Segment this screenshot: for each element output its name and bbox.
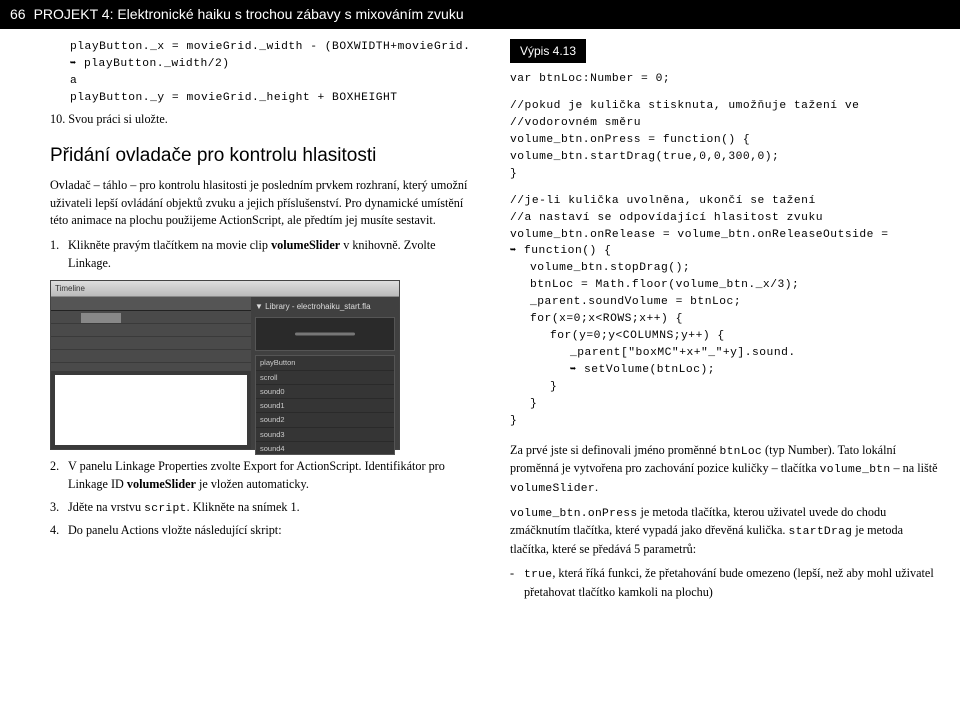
text: Za prvé jste si definovali jméno proměnn…: [510, 443, 720, 457]
right-column: Výpis 4.13 var btnLoc:Number = 0; //poku…: [510, 39, 940, 601]
code-line: a: [50, 73, 480, 90]
mono-term: volumeSlider: [510, 483, 595, 495]
code-text: playButton._width/2): [84, 58, 230, 70]
step-3: 3. Jděte na vrstvu script. Klikněte na s…: [50, 499, 480, 517]
bullet-item: - true, která říká funkci, že přetahován…: [510, 565, 940, 601]
mono-term: volume_btn.onPress: [510, 508, 637, 520]
code-line: volume_btn.startDrag(true,0,0,300,0);: [510, 149, 940, 166]
code-line: volume_btn.onPress = function() {: [510, 132, 940, 149]
left-column: playButton._x = movieGrid._width - (BOXW…: [50, 39, 480, 601]
code-line: volume_btn.stopDrag();: [510, 260, 940, 277]
mono-term: true: [524, 569, 552, 581]
code-line: function() {: [510, 243, 940, 260]
code-line: btnLoc = Math.floor(volume_btn._x/3);: [510, 277, 940, 294]
stage-canvas: [55, 375, 247, 445]
code-line: }: [510, 379, 940, 396]
spacer: [510, 88, 940, 98]
code-line: playButton._width/2): [50, 56, 480, 73]
code-comment: //vodorovném směru: [510, 115, 940, 132]
listing-label: Výpis 4.13: [510, 39, 586, 63]
page-header: 66 PROJEKT 4: Elektronické haiku s troch…: [0, 0, 960, 29]
code-line: playButton._x = movieGrid._width - (BOXW…: [50, 39, 480, 56]
timeline-tracks: [51, 311, 251, 371]
code-comment: //pokud je kulička stisknuta, umožňuje t…: [510, 98, 940, 115]
code-line: for(y=0;y<COLUMNS;y++) {: [510, 328, 940, 345]
page-title: PROJEKT 4: Elektronické haiku s trochou …: [34, 4, 464, 25]
paragraph: volume_btn.onPress je metoda tlačítka, k…: [510, 504, 940, 558]
mono-term: btnLoc: [720, 446, 762, 458]
code-line: _parent["boxMC"+x+"_"+y].sound.: [510, 345, 940, 362]
library-item: playButton: [256, 356, 394, 370]
timeline-ruler: [51, 297, 251, 311]
step-content: V panelu Linkage Properties zvolte Expor…: [68, 458, 480, 493]
library-item: sound2: [256, 413, 394, 427]
step-number: 3.: [50, 499, 68, 517]
steps-list-cont: 2. V panelu Linkage Properties zvolte Ex…: [50, 458, 480, 539]
mono-term: volume_btn: [820, 464, 891, 476]
text: je vložen automaticky.: [196, 477, 309, 491]
continuation-arrow-icon: [70, 56, 84, 73]
steps-list: 1. Klikněte pravým tlačítkem na movie cl…: [50, 237, 480, 272]
code-line: for(x=0;x<ROWS;x++) {: [510, 311, 940, 328]
step-4: 4. Do panelu Actions vložte následující …: [50, 522, 480, 540]
step-content: Do panelu Actions vložte následující skr…: [68, 522, 480, 540]
library-item: scroll: [256, 371, 394, 385]
code-line: }: [510, 166, 940, 183]
library-title: ▼ Library - electrohaiku_start.fla: [255, 301, 395, 313]
code-line: var btnLoc:Number = 0;: [510, 71, 940, 88]
step-1: 1. Klikněte pravým tlačítkem na movie cl…: [50, 237, 480, 272]
dash-icon: -: [510, 565, 524, 601]
step-number: 4.: [50, 522, 68, 540]
code-line: _parent.soundVolume = btnLoc;: [510, 294, 940, 311]
continuation-arrow-icon: [570, 362, 584, 379]
continuation-arrow-icon: [510, 243, 524, 260]
text: , která říká funkci, že přetahování bude…: [524, 566, 934, 598]
code-line: volume_btn.onRelease = volume_btn.onRele…: [510, 227, 940, 244]
library-panel: ▼ Library - electrohaiku_start.fla playB…: [251, 297, 399, 449]
bullet-content: true, která říká funkci, že přetahování …: [524, 565, 940, 601]
step-content: Klikněte pravým tlačítkem na movie clip …: [68, 237, 480, 272]
step-10: 10. Svou práci si uložte.: [50, 111, 480, 129]
code-line: }: [510, 413, 940, 430]
code-line: }: [510, 396, 940, 413]
code-line: playButton._y = movieGrid._height + BOXH…: [50, 90, 480, 107]
page-number: 66: [10, 4, 26, 25]
timeline-bar: Timeline: [51, 281, 399, 297]
library-preview: [255, 317, 395, 351]
bold-term: volumeSlider: [271, 238, 340, 252]
text: .: [595, 480, 598, 494]
flash-ide-screenshot: Timeline ▼ Library - electrohaiku_start.…: [50, 280, 400, 450]
code-comment: //a nastaví se odpovídající hlasitost zv…: [510, 210, 940, 227]
paragraph: Za prvé jste si definovali jméno proměnn…: [510, 442, 940, 497]
code-text: setVolume(btnLoc);: [584, 364, 715, 376]
text: – na liště: [890, 461, 937, 475]
mono-term: script: [144, 503, 186, 515]
code-text: function() {: [524, 245, 611, 257]
text: Klikněte pravým tlačítkem na movie clip: [68, 238, 271, 252]
library-item: sound3: [256, 428, 394, 442]
step-2: 2. V panelu Linkage Properties zvolte Ex…: [50, 458, 480, 493]
step-content: Jděte na vrstvu script. Klikněte na sním…: [68, 499, 480, 517]
spacer: [510, 430, 940, 442]
stage-panel: [51, 297, 251, 449]
code-line: setVolume(btnLoc);: [510, 362, 940, 379]
paragraph: Ovladač – táhlo – pro kontrolu hlasitost…: [50, 177, 480, 230]
section-heading: Přidání ovladače pro kontrolu hlasitosti: [50, 142, 480, 171]
library-item: sound1: [256, 399, 394, 413]
bold-term: volumeSlider: [127, 477, 196, 491]
text: Jděte na vrstvu: [68, 500, 144, 514]
code-comment: //je-li kulička uvolněna, ukončí se taže…: [510, 193, 940, 210]
mono-term: startDrag: [789, 526, 853, 538]
text: . Klikněte na snímek 1.: [187, 500, 300, 514]
spacer: [510, 183, 940, 193]
library-list: playButton scroll sound0 sound1 sound2 s…: [255, 355, 395, 455]
step-number: 1.: [50, 237, 68, 272]
library-item: sound4: [256, 442, 394, 456]
content-columns: playButton._x = movieGrid._width - (BOXW…: [0, 29, 960, 601]
library-item: sound0: [256, 385, 394, 399]
step-number: 2.: [50, 458, 68, 493]
